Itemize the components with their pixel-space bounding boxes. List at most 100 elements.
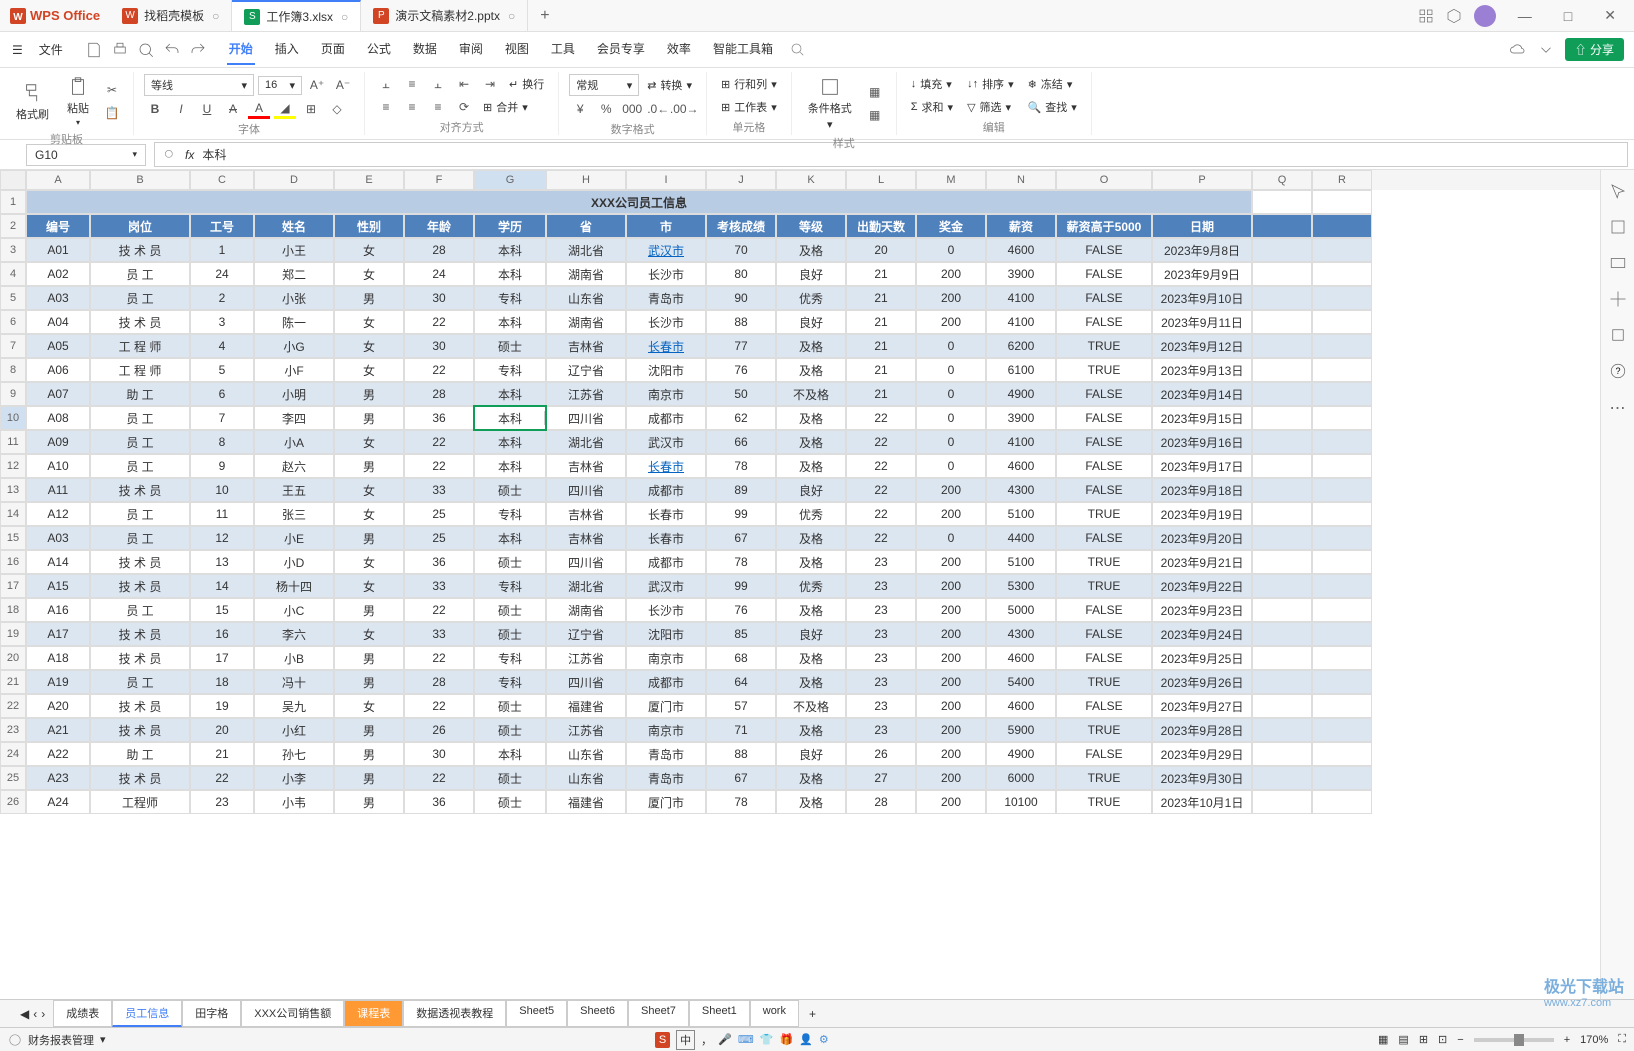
cell[interactable] bbox=[1252, 742, 1312, 766]
sort-button[interactable]: ↓↑排序▾ bbox=[963, 74, 1018, 94]
cell[interactable] bbox=[1312, 478, 1372, 502]
cell[interactable]: 23 bbox=[190, 790, 254, 814]
column-header[interactable]: N bbox=[986, 170, 1056, 190]
user-avatar[interactable] bbox=[1474, 5, 1496, 27]
cell[interactable] bbox=[1312, 310, 1372, 334]
row-header[interactable]: 6 bbox=[0, 310, 26, 334]
cell[interactable]: 硕士 bbox=[474, 790, 546, 814]
cell[interactable]: A03 bbox=[26, 286, 90, 310]
cell[interactable] bbox=[1252, 694, 1312, 718]
cell[interactable]: 长春市 bbox=[626, 526, 706, 550]
spreadsheet-grid[interactable]: ABCDEFGHIJKLMNOPQR 1XXX公司员工信息2编号岗位工号姓名性别… bbox=[0, 170, 1600, 999]
cell[interactable]: 78 bbox=[706, 790, 776, 814]
cell[interactable]: 62 bbox=[706, 406, 776, 430]
new-tab-button[interactable]: + bbox=[528, 7, 561, 25]
cell[interactable]: 专科 bbox=[474, 670, 546, 694]
cell[interactable] bbox=[1312, 454, 1372, 478]
cell[interactable]: 男 bbox=[334, 670, 404, 694]
cell[interactable]: 岗位 bbox=[90, 214, 190, 238]
cell[interactable]: 2 bbox=[190, 286, 254, 310]
cell[interactable]: 本科 bbox=[474, 382, 546, 406]
cell[interactable]: 4300 bbox=[986, 622, 1056, 646]
cell[interactable] bbox=[1252, 238, 1312, 262]
cell[interactable]: 硕士 bbox=[474, 334, 546, 358]
cell[interactable]: FALSE bbox=[1056, 430, 1152, 454]
cell[interactable]: A24 bbox=[26, 790, 90, 814]
properties-icon[interactable] bbox=[1609, 218, 1627, 236]
cell[interactable]: 良好 bbox=[776, 622, 846, 646]
cell[interactable]: 200 bbox=[916, 286, 986, 310]
cell[interactable]: 23 bbox=[846, 622, 916, 646]
cell[interactable]: 28 bbox=[404, 238, 474, 262]
cell[interactable]: 男 bbox=[334, 790, 404, 814]
cell[interactable] bbox=[1252, 454, 1312, 478]
cell[interactable]: 长春市 bbox=[626, 334, 706, 358]
cell[interactable]: 78 bbox=[706, 454, 776, 478]
cell[interactable]: 57 bbox=[706, 694, 776, 718]
number-format-combo[interactable]: 常规▾ bbox=[569, 74, 639, 96]
zoom-in-button[interactable]: + bbox=[1564, 1034, 1570, 1046]
menu-tab[interactable]: 数据 bbox=[411, 34, 439, 65]
cell[interactable]: 13 bbox=[190, 550, 254, 574]
cell[interactable]: 成都市 bbox=[626, 406, 706, 430]
cell[interactable]: 四川省 bbox=[546, 478, 626, 502]
cell[interactable]: 吉林省 bbox=[546, 334, 626, 358]
cell[interactable]: 21 bbox=[846, 286, 916, 310]
hamburger-menu[interactable]: ☰ bbox=[8, 39, 27, 61]
cell[interactable]: 南京市 bbox=[626, 382, 706, 406]
cell[interactable]: 14 bbox=[190, 574, 254, 598]
cell[interactable]: 4 bbox=[190, 334, 254, 358]
cell[interactable]: 优秀 bbox=[776, 574, 846, 598]
cell[interactable]: A15 bbox=[26, 574, 90, 598]
cell[interactable]: 22 bbox=[846, 478, 916, 502]
cell[interactable]: 4100 bbox=[986, 310, 1056, 334]
cell[interactable]: 22 bbox=[404, 430, 474, 454]
grid-icon[interactable] bbox=[1418, 8, 1434, 24]
row-header[interactable]: 22 bbox=[0, 694, 26, 718]
cell[interactable]: 4100 bbox=[986, 286, 1056, 310]
cell[interactable]: 200 bbox=[916, 766, 986, 790]
cell[interactable]: 及格 bbox=[776, 718, 846, 742]
cell-style-icon[interactable]: ▦ bbox=[864, 82, 886, 102]
cell[interactable]: 本科 bbox=[474, 406, 546, 430]
cell[interactable]: 王五 bbox=[254, 478, 334, 502]
cell[interactable]: 硕士 bbox=[474, 694, 546, 718]
cell[interactable] bbox=[1312, 670, 1372, 694]
cell[interactable]: 18 bbox=[190, 670, 254, 694]
cell[interactable] bbox=[1312, 574, 1372, 598]
cell[interactable]: TRUE bbox=[1056, 718, 1152, 742]
maximize-button[interactable]: □ bbox=[1554, 4, 1582, 28]
cell[interactable]: 南京市 bbox=[626, 718, 706, 742]
cell[interactable]: 四川省 bbox=[546, 550, 626, 574]
merge-cells-button[interactable]: ⊞合并▾ bbox=[479, 97, 532, 117]
cell[interactable] bbox=[1252, 358, 1312, 382]
cell[interactable]: 200 bbox=[916, 262, 986, 286]
cell[interactable]: 厦门市 bbox=[626, 694, 706, 718]
cell[interactable]: 4600 bbox=[986, 454, 1056, 478]
cell[interactable] bbox=[1252, 478, 1312, 502]
indent-decrease-icon[interactable]: ⇤ bbox=[453, 74, 475, 94]
cell[interactable]: 技 术 员 bbox=[90, 574, 190, 598]
cell[interactable]: 2023年9月23日 bbox=[1152, 598, 1252, 622]
cell[interactable]: FALSE bbox=[1056, 646, 1152, 670]
cell[interactable]: 本科 bbox=[474, 238, 546, 262]
search-icon[interactable] bbox=[789, 41, 807, 59]
cell[interactable]: 6000 bbox=[986, 766, 1056, 790]
cell[interactable]: 4900 bbox=[986, 742, 1056, 766]
column-header[interactable]: L bbox=[846, 170, 916, 190]
cell[interactable]: 工程师 bbox=[90, 790, 190, 814]
document-tab[interactable]: P演示文稿素材2.pptx○ bbox=[361, 0, 528, 31]
cell[interactable]: 64 bbox=[706, 670, 776, 694]
cell[interactable]: A01 bbox=[26, 238, 90, 262]
cell[interactable]: 员 工 bbox=[90, 598, 190, 622]
cell[interactable]: 70 bbox=[706, 238, 776, 262]
cell[interactable]: 26 bbox=[404, 718, 474, 742]
cell[interactable]: FALSE bbox=[1056, 478, 1152, 502]
cell[interactable] bbox=[1312, 646, 1372, 670]
select-all-corner[interactable] bbox=[0, 170, 26, 190]
cell[interactable] bbox=[1252, 550, 1312, 574]
cell[interactable]: 武汉市 bbox=[626, 238, 706, 262]
cell[interactable]: 本科 bbox=[474, 454, 546, 478]
cell[interactable]: 24 bbox=[190, 262, 254, 286]
cell[interactable]: 2023年9月15日 bbox=[1152, 406, 1252, 430]
